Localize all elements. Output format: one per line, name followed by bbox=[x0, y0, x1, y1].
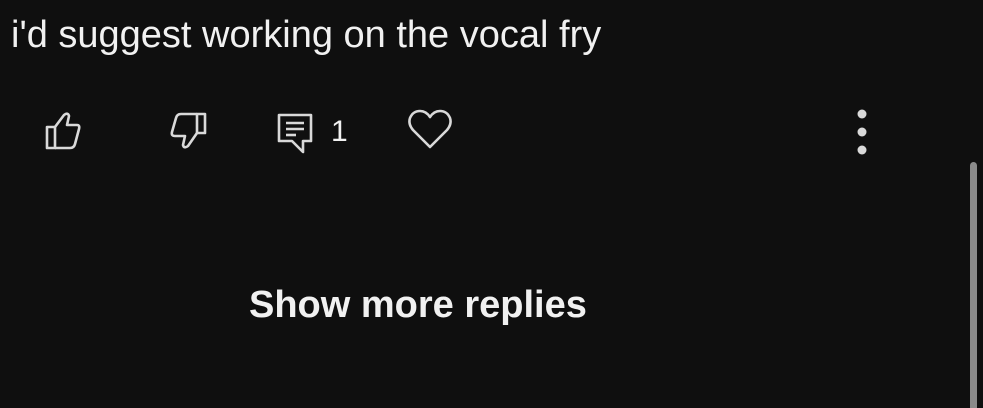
comment-text: i'd suggest working on the vocal fry bbox=[11, 14, 602, 56]
more-options-button[interactable] bbox=[846, 106, 878, 158]
heart-button[interactable] bbox=[406, 107, 454, 151]
like-button[interactable] bbox=[40, 110, 82, 150]
reply-button[interactable] bbox=[273, 110, 317, 154]
reply-count: 1 bbox=[331, 115, 348, 148]
thumbs-up-icon bbox=[45, 112, 81, 150]
dislike-button[interactable] bbox=[166, 110, 208, 150]
comment-reply-icon bbox=[277, 113, 313, 154]
scrollbar-thumb[interactable] bbox=[970, 162, 977, 408]
comment-thread-screen: i'd suggest working on the vocal fry 1 S… bbox=[0, 0, 983, 408]
more-vertical-icon bbox=[857, 109, 867, 155]
heart-icon bbox=[408, 109, 452, 149]
show-more-replies-button[interactable]: Show more replies bbox=[249, 282, 587, 328]
scrollbar[interactable] bbox=[965, 0, 983, 408]
thumbs-down-icon bbox=[170, 112, 207, 149]
comment-action-bar: 1 bbox=[0, 100, 983, 162]
